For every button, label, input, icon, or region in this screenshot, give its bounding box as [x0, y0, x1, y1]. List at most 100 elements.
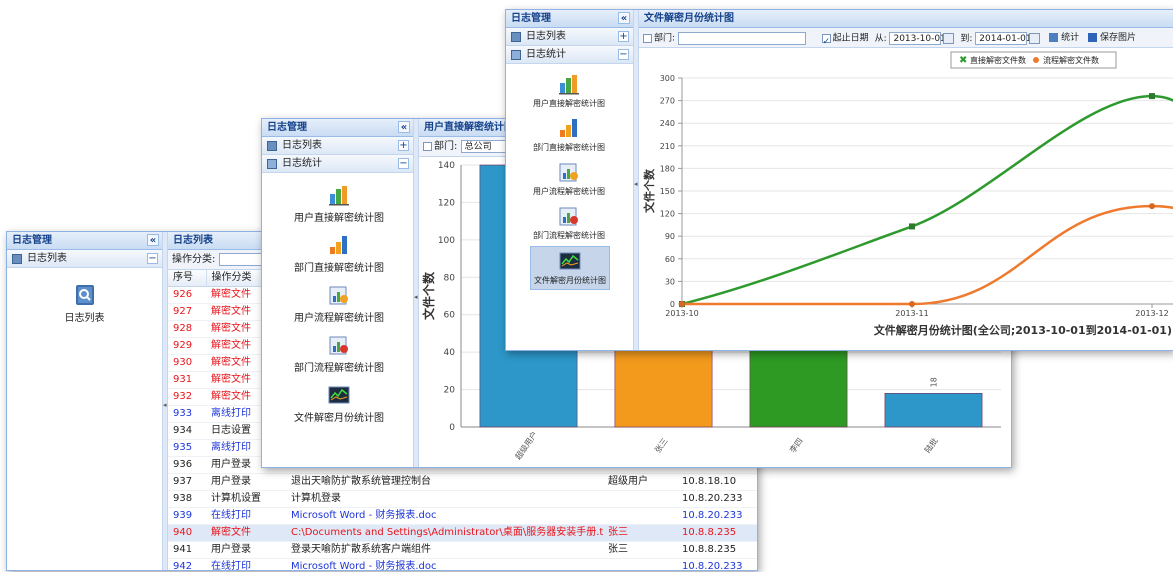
- table-row[interactable]: 941 用户登录 登录天喻防扩散系统客户端组件 张三 10.8.8.235: [168, 541, 757, 559]
- data-point-direct[interactable]: [1149, 93, 1155, 100]
- cell-id: 931: [168, 371, 206, 389]
- y-axis-title: 文件个数: [642, 168, 656, 213]
- table-row[interactable]: 942 在线打印 Microsoft Word - 财务报表.doc 10.8.20.…: [168, 558, 757, 570]
- accordion-log-list[interactable]: 日志列表 +: [262, 137, 413, 155]
- log-list-icon: [511, 32, 521, 42]
- cell-user: [603, 558, 677, 570]
- calendar-icon[interactable]: [1029, 32, 1041, 44]
- filter-label: 操作分类:: [172, 254, 216, 265]
- save-icon: [1088, 33, 1098, 42]
- side-item-column-chart[interactable]: 部门直接解密统计图: [530, 114, 608, 156]
- table-row[interactable]: 940 解密文件 C:\Documents and Settings\Adminis…: [168, 524, 757, 542]
- side-item-log-list-label: 日志列表: [64, 313, 105, 324]
- monthly-decrypt-chart-window: 日志管理 « 日志列表 + 日志统计 − 用户直接解密统计图 部门直接解密统计图用…: [505, 9, 1173, 351]
- cell-id: 932: [168, 388, 206, 406]
- cell-id: 938: [168, 490, 206, 508]
- accordion-log-list[interactable]: 日志列表 +: [506, 28, 633, 46]
- dept-input[interactable]: [677, 31, 806, 45]
- series-line-direct[interactable]: [681, 94, 1173, 306]
- cell-ip: 10.8.8.235: [677, 541, 757, 559]
- legend-marker-direct: ✖: [959, 55, 967, 66]
- cell-detail: 退出天喻防扩散系统管理控制台: [286, 473, 603, 491]
- left-panel-title: 日志管理: [511, 13, 551, 24]
- cell-user: 张三: [603, 541, 677, 559]
- side-item-user-chart[interactable]: 用户流程解密统计图: [284, 281, 394, 327]
- y-tick-label: 30: [665, 277, 675, 286]
- cell-id: 933: [168, 405, 206, 423]
- side-item-label: 部门直接解密统计图: [533, 143, 605, 152]
- data-point-process[interactable]: [909, 301, 915, 307]
- left-panel-title: 日志管理: [12, 235, 52, 246]
- accordion-collapse-button[interactable]: −: [398, 158, 409, 169]
- dept-checkbox[interactable]: [423, 141, 432, 151]
- collapse-left-button[interactable]: «: [147, 234, 159, 246]
- from-date-input[interactable]: 2013-10-01: [889, 31, 946, 45]
- data-point-process[interactable]: [679, 301, 685, 307]
- accordion-toggle[interactable]: −: [147, 253, 158, 264]
- bar-chart-icon: [328, 184, 350, 206]
- accordion-log-list[interactable]: 日志列表 −: [7, 250, 162, 268]
- side-item-label: 用户流程解密统计图: [533, 187, 605, 196]
- data-point-direct[interactable]: [909, 223, 915, 230]
- x-tick-label: 李四: [787, 436, 804, 455]
- left-panel-body: 用户直接解密统计图 部门直接解密统计图 用户流程解密统计图部门流程解密统计图 文件解密…: [506, 64, 633, 350]
- user-chart-icon: [558, 161, 580, 183]
- line-chart-icon: [328, 384, 350, 406]
- y-tick-label: 140: [438, 161, 455, 171]
- date-range-checkbox[interactable]: [821, 32, 831, 52]
- side-item-label: 部门直接解密统计图: [294, 263, 384, 274]
- side-item-line-chart[interactable]: 文件解密月份统计图: [284, 381, 394, 427]
- table-row[interactable]: 938 计算机设置 计算机登录 10.8.20.233: [168, 490, 757, 508]
- y-tick-label: 100: [438, 236, 455, 246]
- main-panel-title: 日志列表: [173, 235, 213, 246]
- accordion-expand-button[interactable]: +: [398, 140, 409, 151]
- collapse-left-button[interactable]: «: [398, 121, 410, 133]
- save-image-button[interactable]: 保存图片: [1088, 28, 1136, 48]
- table-row[interactable]: 937 用户登录 退出天喻防扩散系统管理控制台 超级用户 10.8.18.10: [168, 473, 757, 491]
- dept-label: 部门:: [434, 141, 458, 152]
- side-item-user-chart[interactable]: 用户流程解密统计图: [530, 158, 608, 200]
- y-tick-label: 60: [444, 311, 456, 321]
- column-chart-icon: [558, 117, 580, 139]
- accordion-log-list-label: 日志列表: [526, 31, 566, 42]
- left-panel-header: 日志管理 «: [506, 10, 633, 28]
- side-item-column-chart[interactable]: 部门直接解密统计图: [284, 231, 394, 277]
- main-panel-title: 文件解密月份统计图: [644, 13, 734, 24]
- y-tick-label: 90: [665, 232, 675, 241]
- side-item-dept-chart[interactable]: 部门流程解密统计图: [284, 331, 394, 377]
- bar[interactable]: [749, 342, 848, 428]
- accordion-log-stats[interactable]: 日志统计 −: [262, 155, 413, 173]
- data-point-process[interactable]: [1149, 203, 1155, 210]
- side-item-label: 用户直接解密统计图: [533, 99, 605, 108]
- side-item-log-list[interactable]: 日志列表: [37, 284, 132, 324]
- side-item-line-chart[interactable]: 文件解密月份统计图: [530, 246, 610, 290]
- stats-button[interactable]: 统计: [1049, 28, 1079, 48]
- y-tick-label: 80: [444, 273, 456, 283]
- column-header-id[interactable]: 序号: [168, 270, 207, 287]
- accordion-collapse-button[interactable]: −: [618, 49, 629, 60]
- accordion-expand-button[interactable]: +: [618, 31, 629, 42]
- table-row[interactable]: 939 在线打印 Microsoft Word - 财务报表.doc 10.8.20.…: [168, 507, 757, 525]
- accordion-log-stats[interactable]: 日志统计 −: [506, 46, 633, 64]
- cell-id: 940: [168, 524, 206, 542]
- cell-id: 936: [168, 456, 206, 474]
- log-list-icon: [12, 254, 22, 264]
- y-tick-label: 270: [660, 97, 675, 106]
- y-tick-label: 240: [660, 119, 675, 128]
- legend-label-direct: 直接解密文件数: [970, 55, 1026, 65]
- legend-marker-process: [1033, 57, 1039, 63]
- collapse-left-button[interactable]: «: [618, 12, 630, 24]
- bar[interactable]: [614, 342, 713, 428]
- side-item-dept-chart[interactable]: 部门流程解密统计图: [530, 202, 608, 244]
- dept-checkbox[interactable]: [643, 33, 652, 43]
- cell-ip: 10.8.20.233: [677, 507, 757, 525]
- cell-id: 937: [168, 473, 206, 491]
- bar[interactable]: [884, 393, 983, 428]
- side-item-bar-chart[interactable]: 用户直接解密统计图: [530, 70, 608, 112]
- monthly-decrypt-line-chart: 0 30 60 90 120 150 180 210 240 270 300 2013-10 2013-…: [642, 51, 1173, 337]
- calendar-icon[interactable]: [943, 32, 955, 44]
- cell-id: 929: [168, 337, 206, 355]
- to-date-input[interactable]: 2014-01-01: [975, 31, 1032, 45]
- cell-id: 939: [168, 507, 206, 525]
- side-item-bar-chart[interactable]: 用户直接解密统计图: [284, 181, 394, 227]
